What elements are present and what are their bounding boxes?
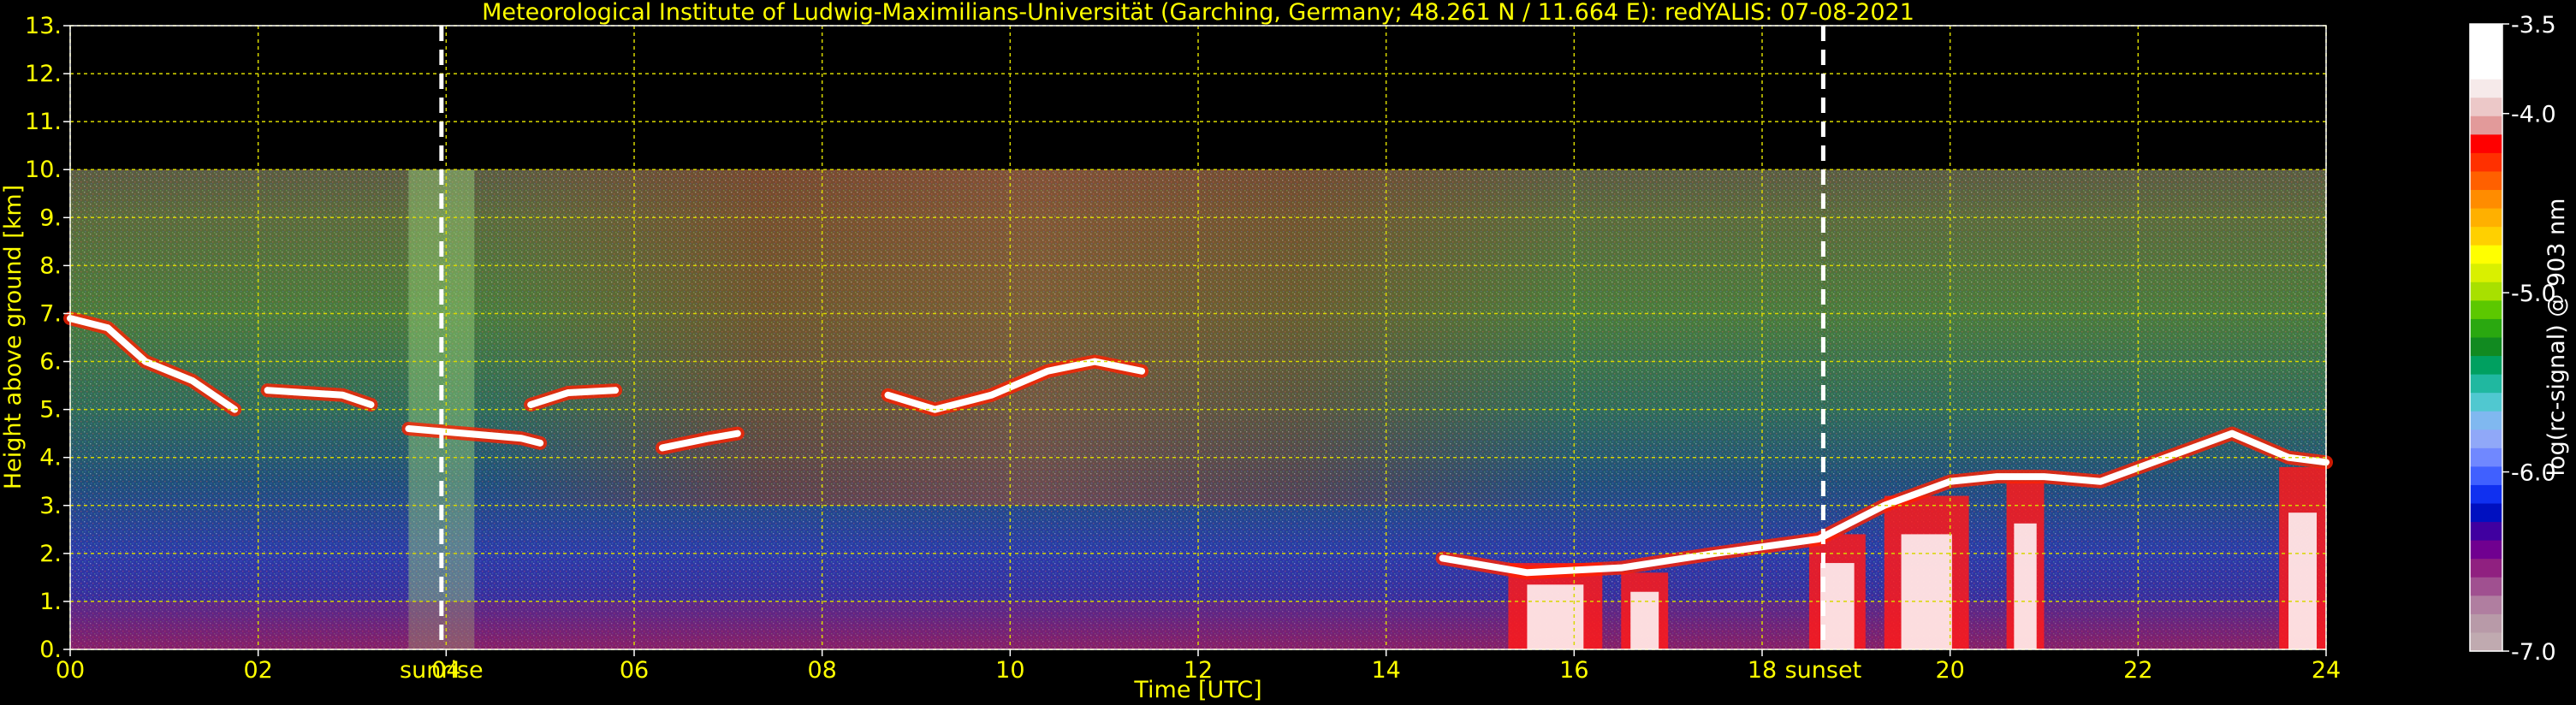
colorbar-swatch	[2470, 559, 2502, 578]
precipitation-zone	[1621, 572, 1669, 649]
colorbar-swatch	[2470, 79, 2502, 98]
colorbar-label: log(rc-signal) @ 903 nm	[2543, 198, 2570, 477]
y-axis-label: Height above ground [km]	[0, 185, 27, 489]
colorbar-swatch	[2470, 24, 2502, 44]
x-tick-label: 22	[2123, 657, 2152, 684]
colorbar-swatch	[2470, 411, 2502, 430]
x-tick-label: 16	[1559, 657, 1588, 684]
precipitation-zone	[1808, 534, 1866, 649]
colorbar-swatch	[2470, 227, 2502, 246]
colorbar-swatch	[2470, 171, 2502, 191]
y-tick-label: 6.	[39, 349, 62, 376]
x-tick-label: 06	[620, 657, 649, 684]
colorbar-swatch	[2470, 300, 2502, 320]
precipitation-zone	[1884, 495, 1969, 649]
colorbar-swatch	[2470, 503, 2502, 523]
y-tick-label: 11.	[25, 109, 62, 135]
colorbar-swatch	[2470, 337, 2502, 357]
colorbar-swatch	[2470, 595, 2502, 615]
colorbar-swatch	[2470, 152, 2502, 173]
y-tick-label: 3.	[39, 493, 62, 519]
plot-area	[63, 25, 2333, 650]
event-label-sunset: sunset	[1785, 657, 1862, 684]
colorbar-tick-label: -4.0	[2511, 102, 2556, 128]
colorbar-swatch	[2470, 374, 2502, 394]
colorbar-swatch	[2470, 61, 2502, 80]
x-tick-label: 24	[2312, 657, 2341, 684]
y-tick-label: 13.	[25, 13, 62, 39]
y-tick-label: 9.	[39, 204, 62, 231]
colorbar-swatch	[2470, 264, 2502, 283]
colorbar-swatch	[2470, 577, 2502, 596]
y-tick-label: 7.	[39, 300, 62, 327]
colorbar-swatch	[2470, 42, 2502, 62]
colorbar-swatch	[2470, 522, 2502, 542]
colorbar-swatch	[2470, 447, 2502, 468]
y-tick-label: 10.	[25, 157, 62, 183]
precipitation-zone	[2279, 466, 2326, 649]
colorbar: -3.5-4.0-5.0-6.0-7.0 log(rc-signal) @ 90…	[2469, 12, 2570, 666]
x-tick-label: 18	[1748, 657, 1777, 684]
colorbar-swatch	[2470, 356, 2502, 376]
colorbar-swatch	[2470, 430, 2502, 449]
colorbar-swatch	[2470, 190, 2502, 210]
y-tick-label: 0.	[39, 637, 62, 663]
x-tick-label: 08	[807, 657, 836, 684]
chart-title: Meteorological Institute of Ludwig-Maxim…	[482, 0, 1914, 26]
y-tick-label: 1.	[39, 589, 62, 615]
y-tick-label: 5.	[39, 397, 62, 424]
y-tick-label: 12.	[25, 61, 62, 87]
y-tick-label: 8.	[39, 252, 62, 279]
x-tick-label: 02	[243, 657, 272, 684]
colorbar-swatches	[2470, 24, 2502, 652]
x-axis-label: Time [UTC]	[1133, 677, 1261, 703]
x-tick-label: 10	[995, 657, 1024, 684]
precipitation-zone	[2006, 481, 2045, 649]
colorbar-swatch	[2470, 466, 2502, 486]
colorbar-swatch	[2470, 484, 2502, 505]
colorbar-swatch	[2470, 208, 2502, 228]
colorbar-swatch	[2470, 281, 2502, 301]
colorbar-swatch	[2470, 540, 2502, 560]
colorbar-swatch	[2470, 613, 2502, 634]
y-tick-label: 2.	[39, 541, 62, 567]
colorbar-swatch	[2470, 632, 2502, 652]
colorbar-swatch	[2470, 116, 2502, 135]
colorbar-swatch	[2470, 318, 2502, 339]
colorbar-tick-label: -3.5	[2511, 12, 2556, 39]
x-tick-label: 20	[1935, 657, 1964, 684]
colorbar-swatch	[2470, 393, 2502, 412]
lidar-quicklook-chart: Meteorological Institute of Ludwig-Maxim…	[0, 0, 2570, 703]
x-tick-label: 14	[1371, 657, 1400, 684]
y-tick-label: 4.	[39, 445, 62, 471]
y-axis-ticks: 0. 1. 2. 3. 4. 5. 6. 7. 8. 9. 10. 11. 12. 13.	[25, 13, 70, 663]
colorbar-swatch	[2470, 245, 2502, 264]
colorbar-tick-label: -7.0	[2511, 639, 2556, 666]
event-label-sunrise: sunrise	[400, 657, 484, 684]
colorbar-swatch	[2470, 134, 2502, 154]
colorbar-swatch	[2470, 98, 2502, 117]
